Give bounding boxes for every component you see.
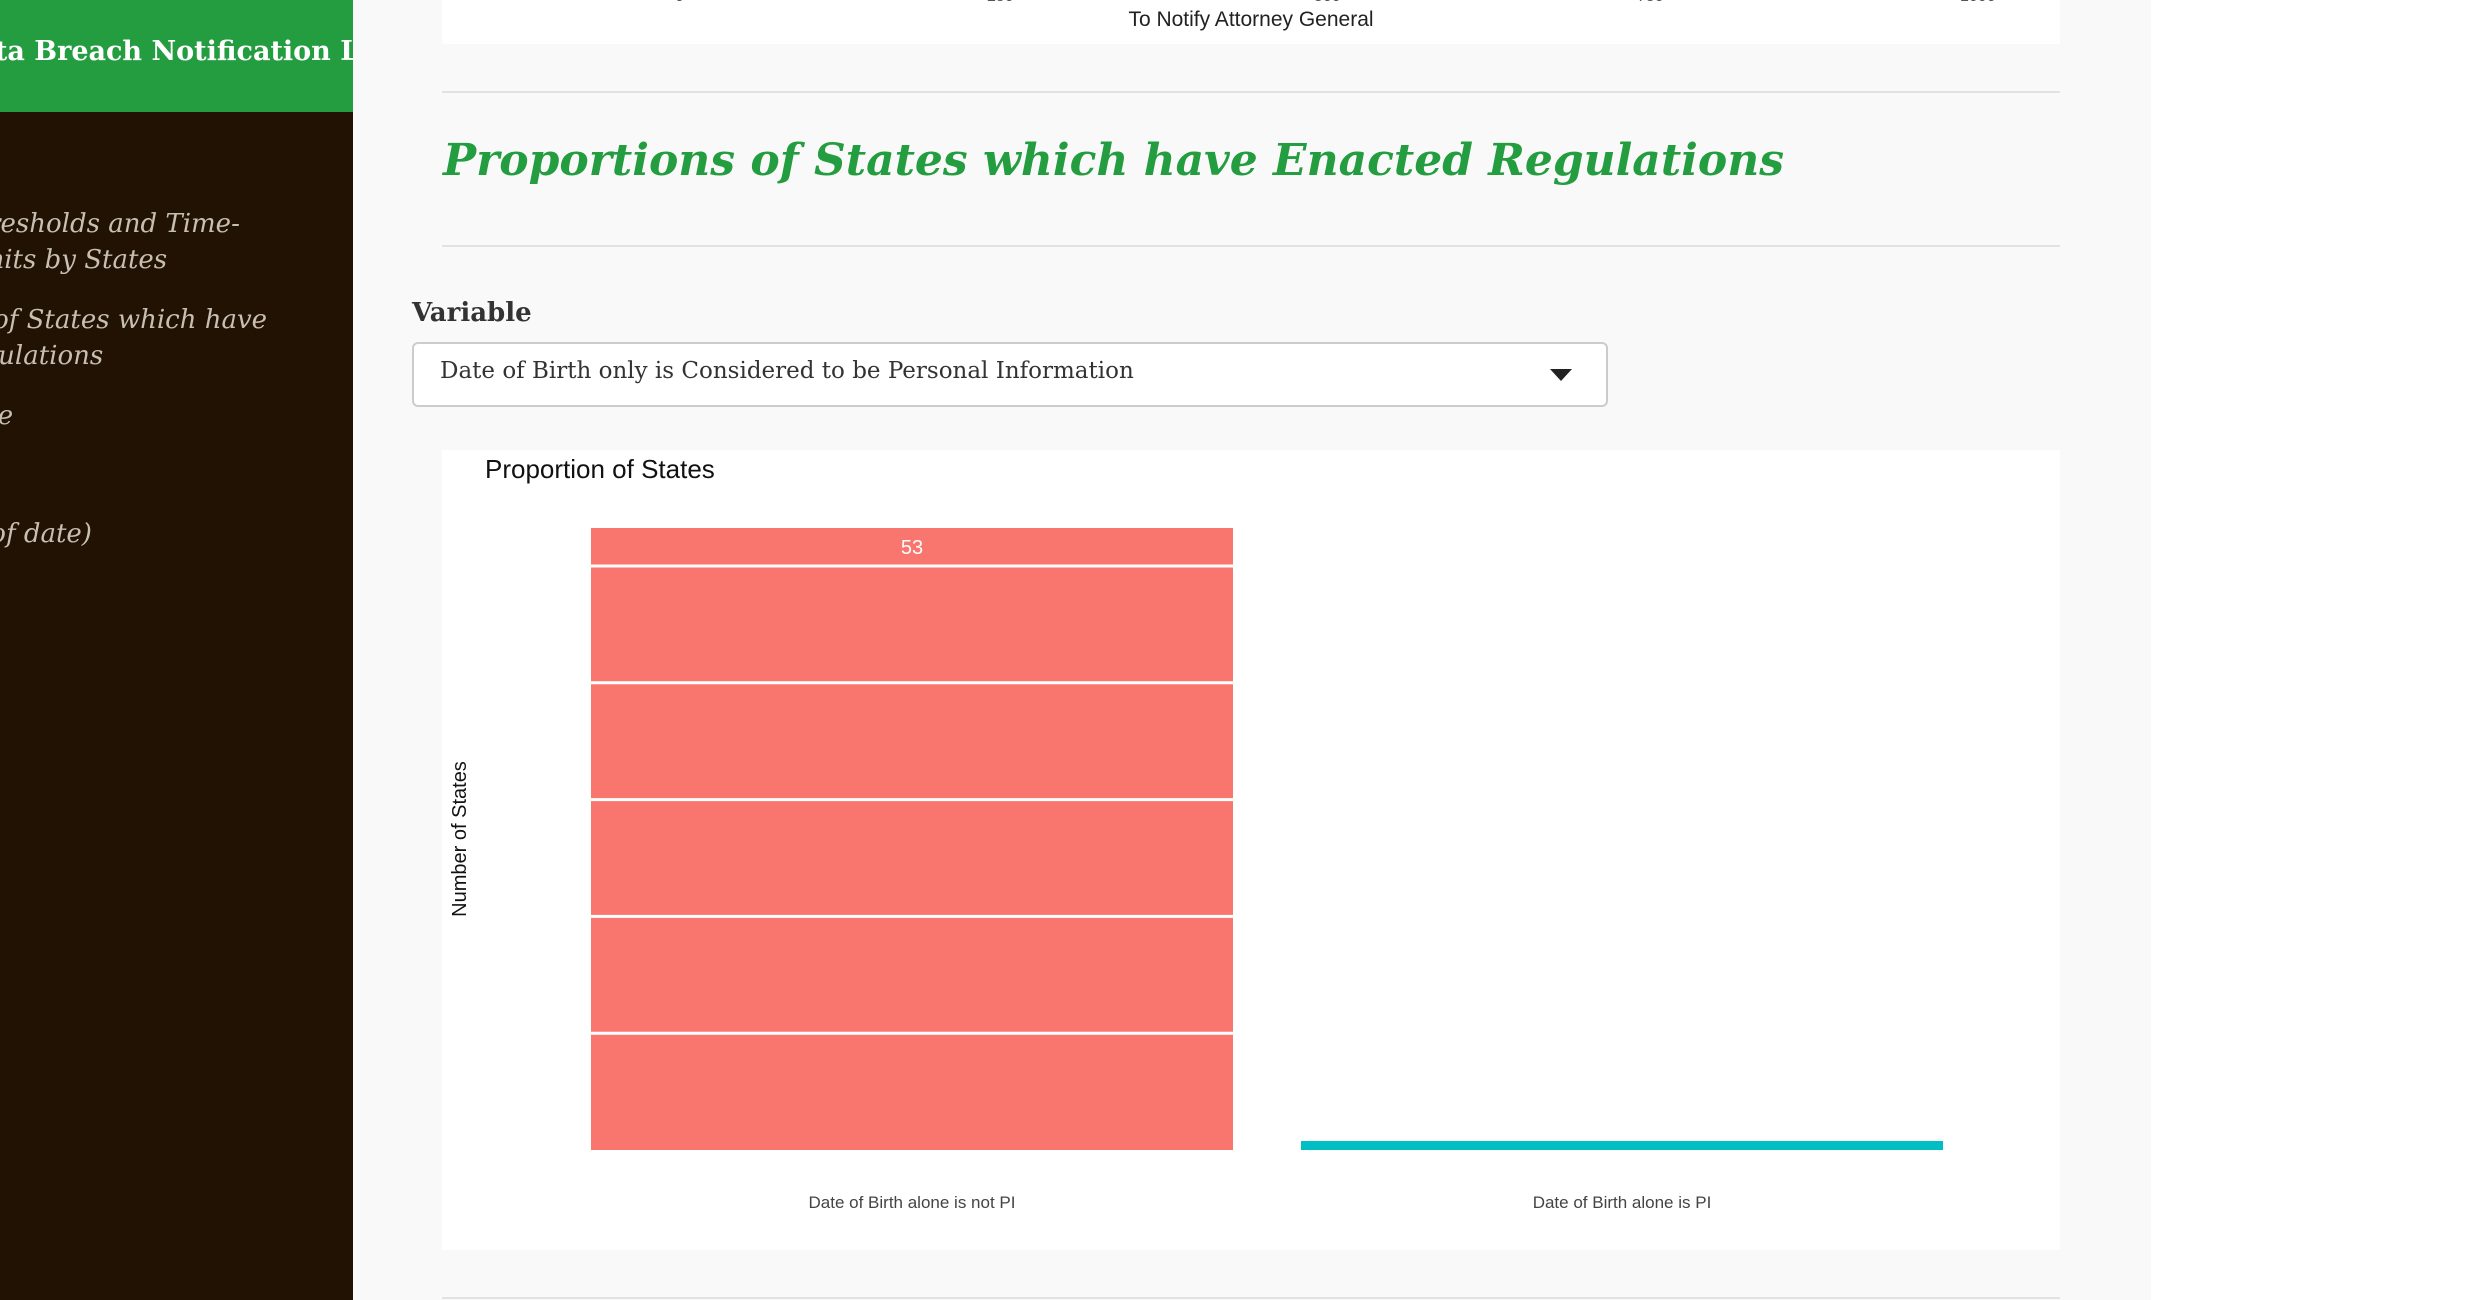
sidebar-item-thresholds[interactable]: Thresholds and Time- Limits by States: [0, 206, 240, 278]
sidebar: Data Breach Notification Laws Thresholds…: [0, 0, 353, 1300]
y-axis-label: Number of States: [449, 761, 471, 917]
sidebar-item-table[interactable]: Table: [0, 398, 13, 434]
variable-select[interactable]: Date of Birth only is Considered to be P…: [412, 342, 1608, 407]
brand-title[interactable]: Data Breach Notification Laws: [0, 36, 353, 67]
bar-chart: Proportion of States Number of States 53 Da…: [449, 454, 1943, 1212]
section-title: Proportions of States which have Enacted…: [443, 135, 1784, 186]
variable-selected-value: Date of Birth only is Considered to be P…: [440, 358, 1134, 384]
sidebar-item-map[interactable]: Map (out of date): [0, 516, 92, 552]
brand-header[interactable]: Data Breach Notification Laws: [0, 0, 353, 112]
prev-chart-x-axis-label: To Notify Attorney General: [1128, 8, 1374, 31]
divider: [442, 91, 2060, 93]
data-label-0: 53: [901, 537, 923, 559]
prev-tick-250: 250: [987, 0, 1014, 6]
prev-tick-750: 750: [1637, 0, 1664, 6]
chevron-down-icon[interactable]: [1550, 369, 1572, 381]
divider: [442, 245, 2060, 247]
previous-chart-fragment: 0 250 500 750 1000 To Notify Attorney Ge…: [442, 0, 2060, 44]
prev-tick-1000: 1000: [1960, 0, 1996, 6]
prev-tick-0: 0: [675, 0, 684, 6]
divider: [442, 1297, 2060, 1299]
page-margin: [2151, 0, 2478, 1300]
x-tick-label-1: Date of Birth alone is PI: [1533, 1193, 1712, 1212]
variable-label: Variable: [412, 298, 532, 328]
sidebar-item-proportions[interactable]: Proportions of States which have Enacted…: [0, 302, 267, 374]
chart-title: Proportion of States: [485, 454, 715, 484]
bar-0: [591, 528, 1233, 1150]
x-tick-label-0: Date of Birth alone is not PI: [809, 1193, 1016, 1212]
prev-tick-500: 500: [1314, 0, 1341, 6]
bar-1: [1301, 1141, 1943, 1150]
chart-panel: Proportion of States Number of States 53 Da…: [442, 450, 2060, 1250]
